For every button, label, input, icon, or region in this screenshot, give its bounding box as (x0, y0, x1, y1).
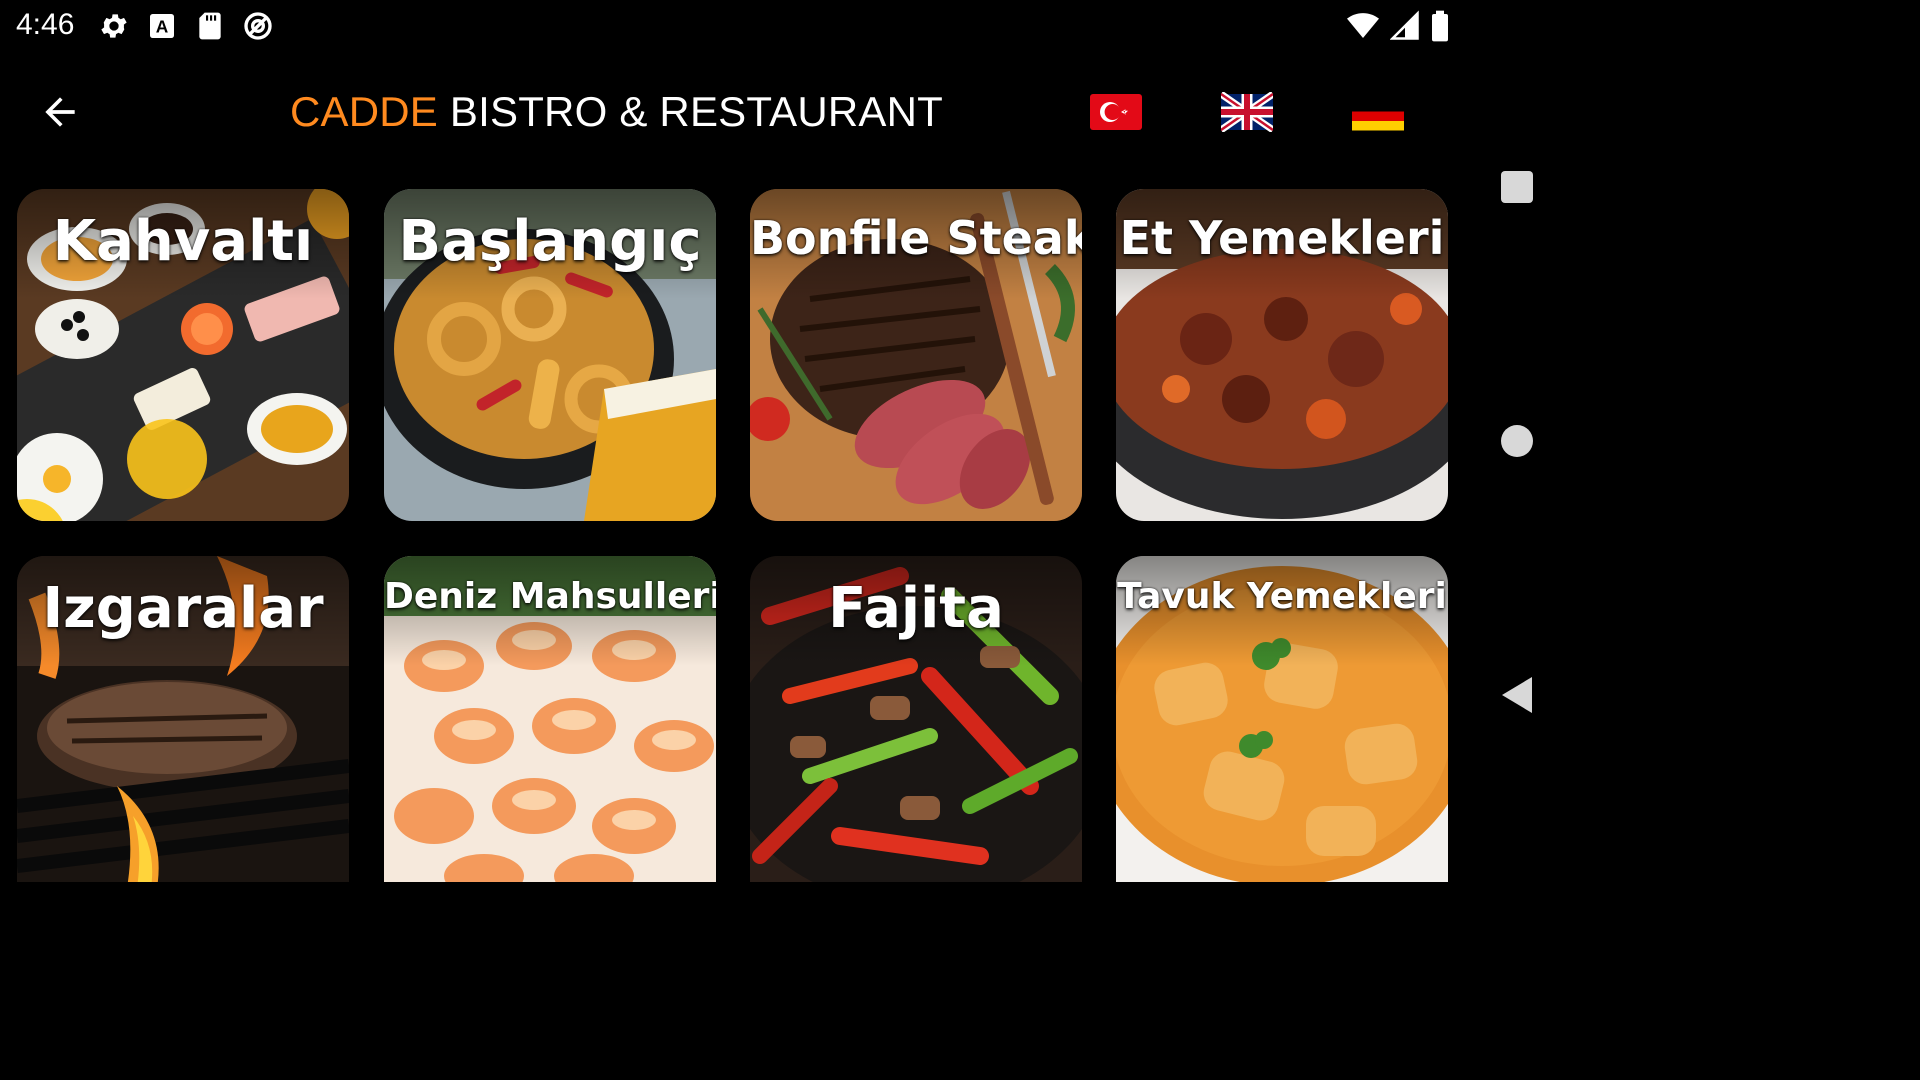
title-rest: BISTRO & RESTAURANT (449, 88, 943, 135)
title-accent: CADDE (290, 88, 439, 135)
uk-flag-icon[interactable] (1219, 91, 1275, 133)
category-label: Izgaralar (42, 576, 324, 641)
category-card-baslangic[interactable]: Başlangıç (384, 189, 716, 521)
page-title: CADDE BISTRO & RESTAURANT (290, 88, 943, 136)
sd-card-icon (194, 10, 226, 47)
category-card-bonfile-steak[interactable]: Bonfile Steak (750, 189, 1082, 521)
cell-signal-icon (1389, 10, 1420, 47)
category-card-kahvalti[interactable]: Kahvaltı (17, 189, 349, 521)
status-icons-left: A (98, 10, 274, 47)
status-time: 4:46 (16, 8, 75, 41)
category-grid: Kahvaltı Başlangıç Bonfile Steak Et Yeme… (17, 189, 1449, 882)
category-label: Fajita (828, 576, 1004, 641)
back-triangle-icon[interactable] (1500, 676, 1534, 719)
category-label: Kahvaltı (52, 209, 314, 274)
category-card-deniz-mahsulleri[interactable]: Deniz Mahsulleri (384, 556, 716, 882)
category-card-et-yemekleri[interactable]: Et Yemekleri (1116, 189, 1448, 521)
wifi-icon (1346, 10, 1380, 47)
category-label: Başlangıç (398, 209, 702, 274)
category-card-tavuk-yemekleri[interactable]: Tavuk Yemekleri (1116, 556, 1448, 882)
category-label: Tavuk Yemekleri (1117, 576, 1447, 617)
category-label: Et Yemekleri (1119, 211, 1445, 265)
category-card-izgaralar[interactable]: Izgaralar (17, 556, 349, 882)
category-label: Deniz Mahsulleri (384, 576, 716, 617)
no-disturb-icon (242, 10, 274, 47)
app-bar: CADDE BISTRO & RESTAURANT (0, 66, 1460, 162)
battery-icon (1430, 10, 1450, 47)
status-bar: 4:46 A (0, 0, 1460, 52)
arrow-left-icon[interactable] (38, 90, 82, 134)
home-circle-icon[interactable] (1500, 424, 1534, 463)
turkey-flag-icon[interactable] (1090, 92, 1142, 132)
category-card-fajita[interactable]: Fajita (750, 556, 1082, 882)
category-label: Bonfile Steak (750, 211, 1082, 265)
germany-flag-icon[interactable] (1352, 92, 1404, 132)
a-notification-icon: A (146, 10, 178, 47)
recents-square-icon[interactable] (1500, 170, 1534, 209)
gear-icon (98, 10, 130, 47)
system-nav-bar (1470, 0, 1568, 882)
status-icons-right (1346, 10, 1450, 47)
svg-text:A: A (156, 17, 169, 37)
